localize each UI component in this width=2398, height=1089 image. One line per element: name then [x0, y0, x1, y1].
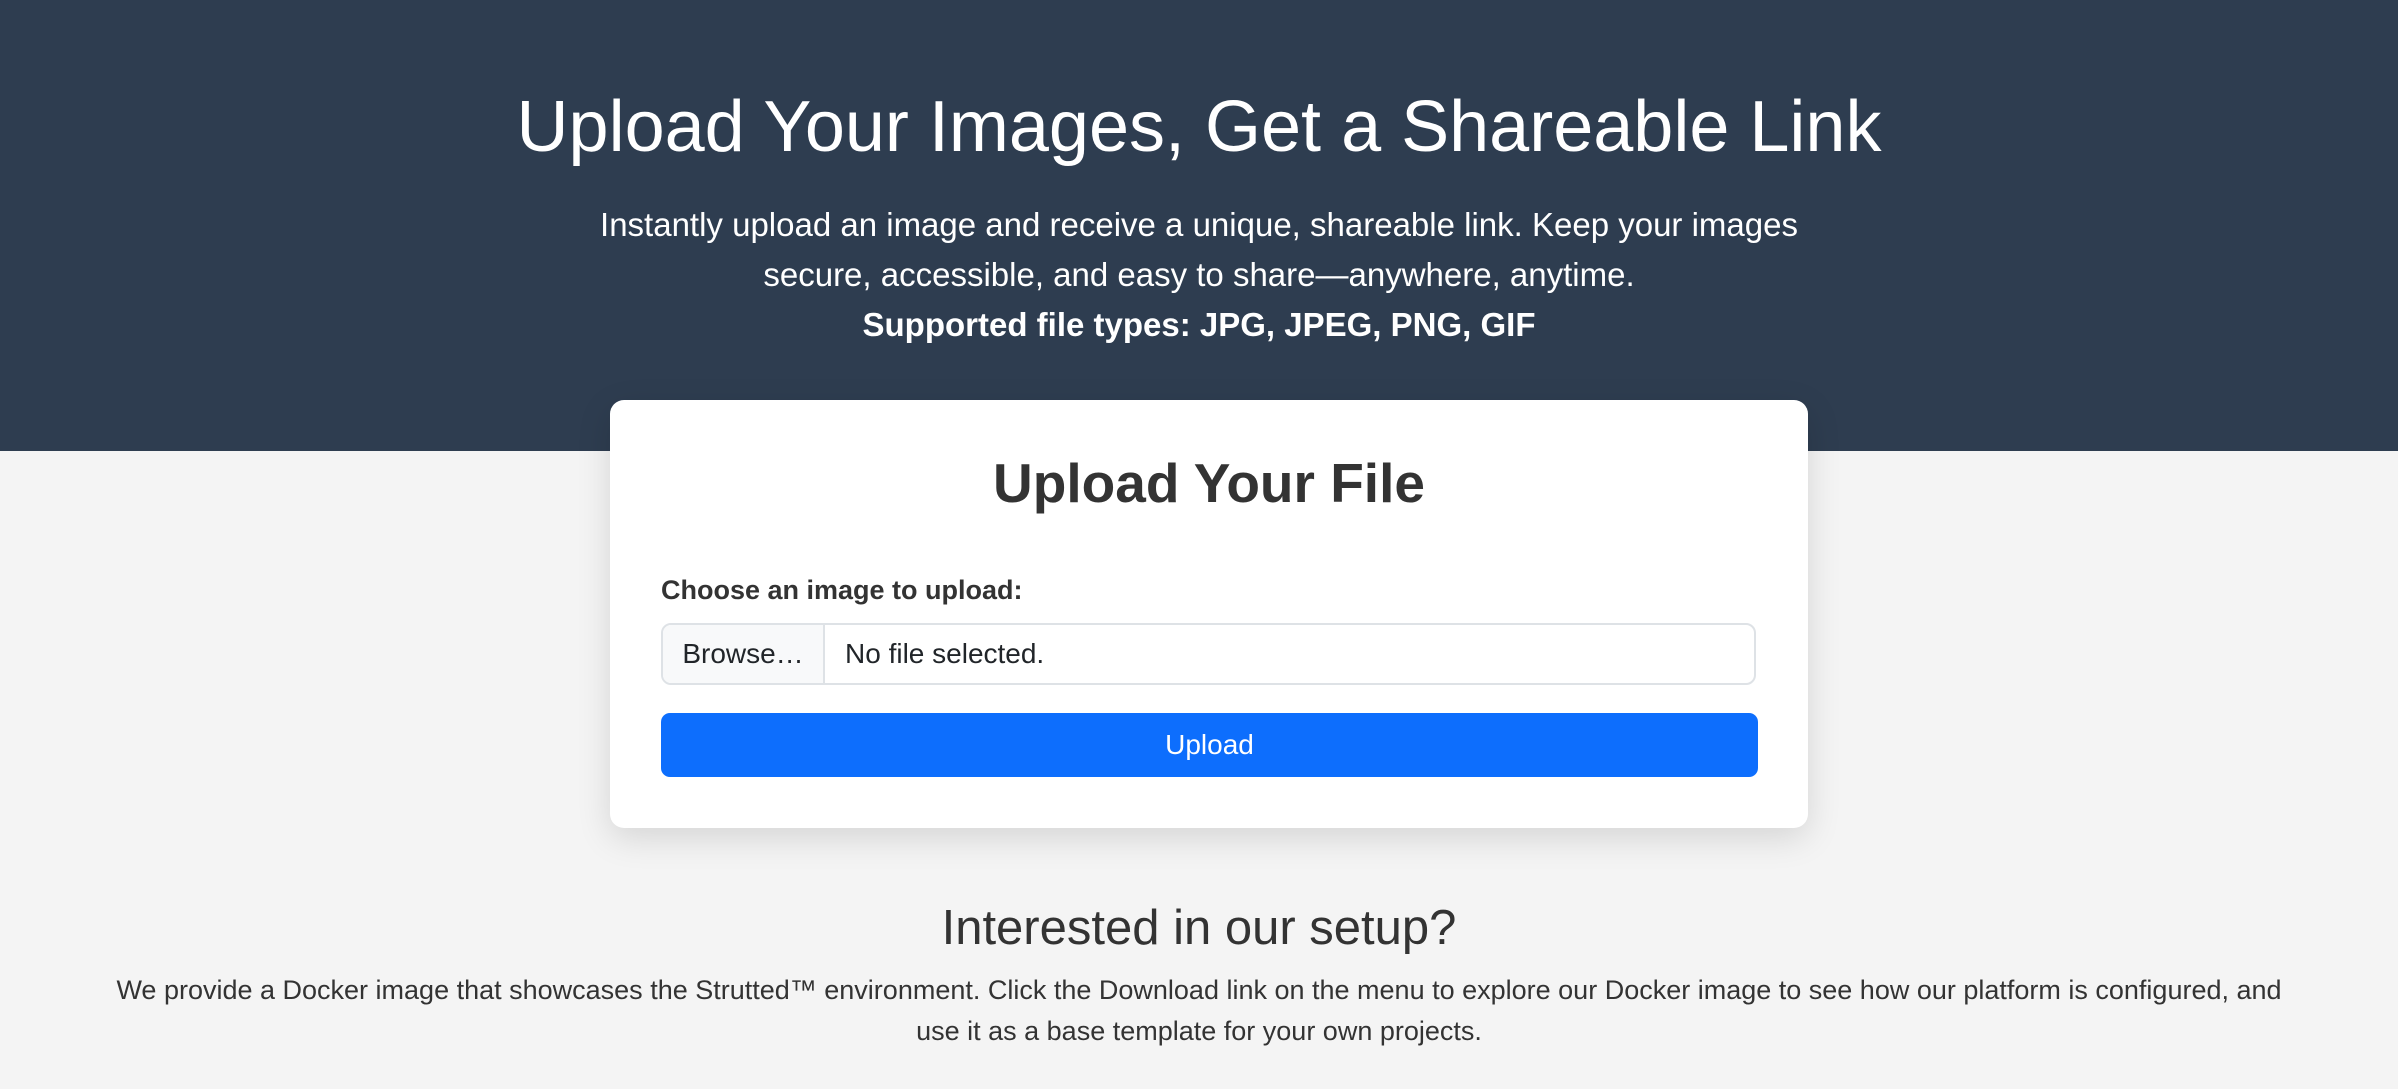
upload-button[interactable]: Upload [661, 713, 1758, 777]
setup-description: We provide a Docker image that showcases… [116, 975, 2282, 1046]
upload-card-title: Upload Your File [993, 452, 1425, 514]
file-input-label: Choose an image to upload: [661, 575, 1023, 605]
supported-file-types: Supported file types: JPG, JPEG, PNG, GI… [862, 306, 1536, 343]
hero-title: Upload Your Images, Get a Shareable Link [516, 87, 1882, 167]
upload-card: Upload Your File Choose an image to uplo… [610, 400, 1808, 828]
hero-description: Instantly upload an image and receive a … [600, 206, 1798, 293]
hero-banner: Upload Your Images, Get a Shareable Link… [0, 0, 2398, 451]
browse-button[interactable]: Browse… [663, 625, 825, 683]
setup-title: Interested in our setup? [941, 901, 1457, 955]
file-status-text: No file selected. [845, 638, 1045, 669]
file-input[interactable]: Browse… No file selected. [661, 623, 1756, 685]
